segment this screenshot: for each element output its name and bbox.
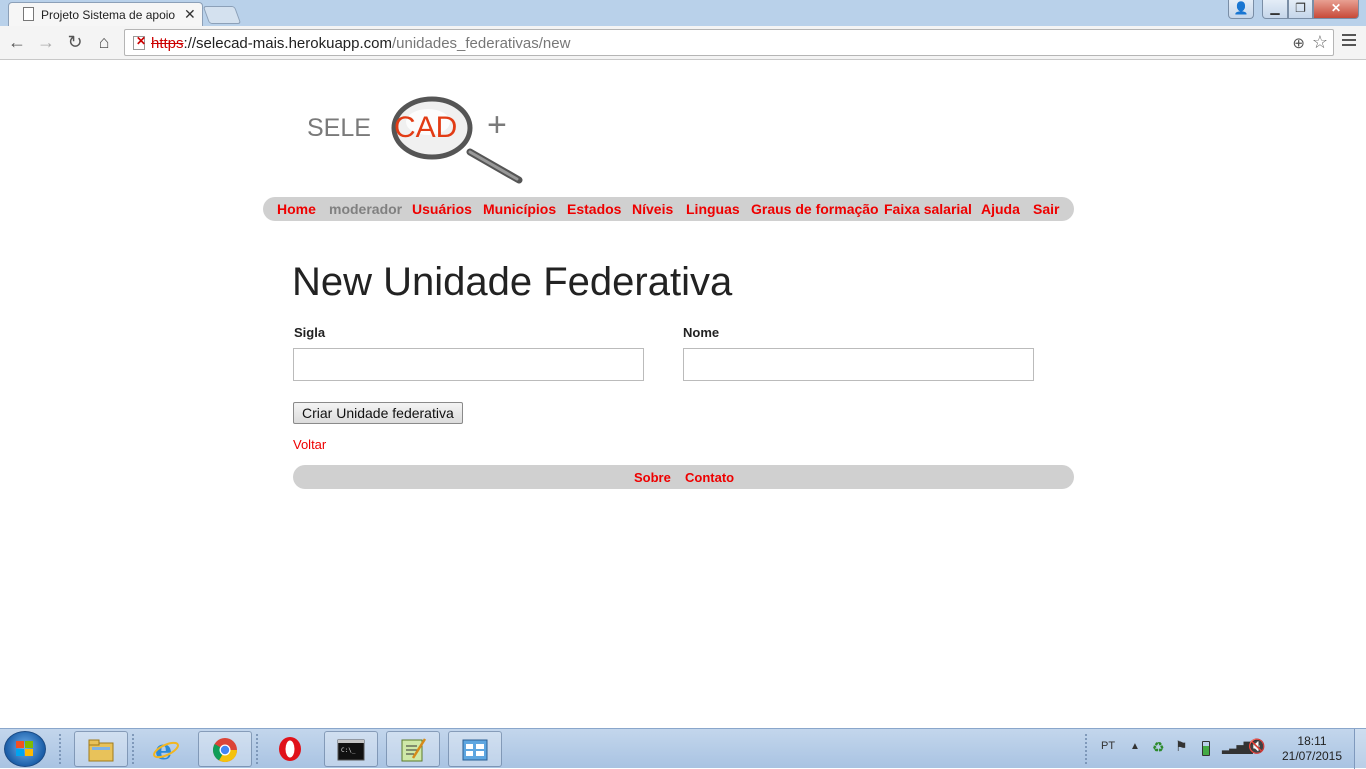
reload-icon[interactable]: ↻ [64, 31, 86, 53]
recycle-tray-icon[interactable]: ♻ [1152, 739, 1165, 756]
editor-icon [401, 738, 427, 762]
nome-input[interactable] [683, 348, 1034, 381]
url-text[interactable]: https://selecad-mais.herokuapp.com/unida… [151, 35, 570, 52]
nav-estados[interactable]: Estados [567, 201, 621, 217]
tray-expand-icon[interactable]: ▲ [1130, 741, 1140, 752]
action-center-flag-icon[interactable]: ⚑ [1175, 738, 1188, 755]
svg-text:C:\_: C:\_ [341, 747, 356, 754]
taskbar-grip-3[interactable] [255, 733, 259, 765]
volume-muted-icon[interactable]: 🔇 [1248, 738, 1265, 755]
browser-titlebar: Projeto Sistema de apoio ✕ 👤 ▁ ❐ ✕ [0, 0, 1366, 26]
nav-usuarios[interactable]: Usuários [412, 201, 472, 217]
network-signal-icon[interactable]: ▂▃▅▇ [1222, 740, 1253, 754]
nav-faixa-salarial[interactable]: Faixa salarial [884, 201, 972, 217]
control-panel-icon [462, 739, 488, 761]
forward-arrow-icon[interactable]: → [35, 31, 57, 53]
nav-ajuda[interactable]: Ajuda [981, 201, 1020, 217]
chrome-menu-icon[interactable] [1342, 34, 1356, 49]
folder-icon [88, 739, 114, 762]
taskbar-explorer[interactable] [74, 731, 128, 767]
internet-explorer-icon: e [153, 736, 179, 762]
windows-taskbar: e C:\_ PT ▲ ♻ ⚑ ▂▃▅▇ 🔇 18:11 21/07/2015 [0, 728, 1366, 769]
clock-date: 21/07/2015 [1281, 749, 1343, 763]
taskbar-grip-2[interactable] [131, 733, 135, 765]
taskbar-grip[interactable] [58, 733, 62, 765]
selecad-logo: SELE CAD + [305, 92, 530, 187]
tab-title: Projeto Sistema de apoio [41, 8, 176, 22]
start-button[interactable] [4, 731, 46, 767]
sigla-label: Sigla [294, 325, 326, 340]
taskbar-command-prompt[interactable]: C:\_ [324, 731, 378, 767]
svg-text:CAD: CAD [394, 111, 457, 144]
chrome-icon [212, 738, 237, 763]
voltar-link[interactable]: Voltar [293, 437, 326, 452]
taskbar-internet-explorer[interactable]: e [140, 731, 194, 767]
minimize-button[interactable]: ▁ [1262, 0, 1288, 19]
user-profile-icon[interactable]: 👤 [1228, 0, 1254, 19]
language-indicator[interactable]: PT [1101, 740, 1115, 752]
new-tab-button[interactable] [202, 6, 242, 24]
system-clock[interactable]: 18:11 21/07/2015 [1276, 734, 1348, 764]
nav-municipios[interactable]: Municípios [483, 201, 556, 217]
nav-graus-de-formacao[interactable]: Graus de formação [751, 201, 879, 217]
zoom-icon[interactable]: ⊕ [1292, 34, 1305, 52]
terminal-icon: C:\_ [337, 739, 365, 761]
footer-sobre-link[interactable]: Sobre [634, 470, 671, 485]
bookmark-star-icon[interactable]: ☆ [1312, 32, 1328, 53]
home-icon[interactable]: ⌂ [93, 31, 115, 53]
footer-contato-link[interactable]: Contato [685, 470, 734, 485]
nome-label: Nome [683, 325, 720, 340]
battery-icon[interactable] [1202, 741, 1210, 756]
nav-sair[interactable]: Sair [1033, 201, 1059, 217]
back-arrow-icon[interactable]: ← [6, 31, 28, 53]
svg-text:+: + [487, 106, 507, 144]
tray-grip[interactable] [1084, 733, 1088, 765]
opera-icon [279, 737, 301, 761]
tab-close-icon[interactable]: ✕ [184, 6, 196, 23]
nav-home[interactable]: Home [277, 201, 316, 217]
sigla-input[interactable] [293, 348, 644, 381]
restore-button[interactable]: ❐ [1288, 0, 1313, 19]
insecure-page-icon[interactable]: ✕ [133, 34, 146, 50]
footer-bar: Sobre Contato [293, 465, 1074, 489]
browser-toolbar: ← → ↻ ⌂ ✕ https://selecad-mais.herokuapp… [0, 26, 1366, 60]
show-desktop-button[interactable] [1354, 729, 1366, 769]
address-bar[interactable]: ✕ https://selecad-mais.herokuapp.com/uni… [124, 29, 1334, 56]
taskbar-control-panel[interactable] [448, 731, 502, 767]
nav-linguas[interactable]: Linguas [686, 201, 740, 217]
nav-niveis[interactable]: Níveis [632, 201, 673, 217]
browser-tab[interactable]: Projeto Sistema de apoio ✕ [8, 2, 203, 26]
criar-unidade-button[interactable]: Criar Unidade federativa [293, 402, 463, 424]
windows-logo-icon [16, 741, 34, 757]
clock-time: 18:11 [1297, 734, 1327, 748]
taskbar-editor[interactable] [386, 731, 440, 767]
taskbar-opera[interactable] [264, 731, 318, 767]
taskbar-chrome[interactable] [198, 731, 252, 767]
close-window-button[interactable]: ✕ [1313, 0, 1359, 19]
main-navigation: Home moderador Usuários Municípios Estad… [263, 197, 1074, 221]
nav-moderador[interactable]: moderador [329, 201, 402, 217]
page-icon [23, 7, 34, 21]
svg-text:SELE: SELE [307, 114, 371, 142]
page-title: New Unidade Federativa [292, 260, 733, 304]
